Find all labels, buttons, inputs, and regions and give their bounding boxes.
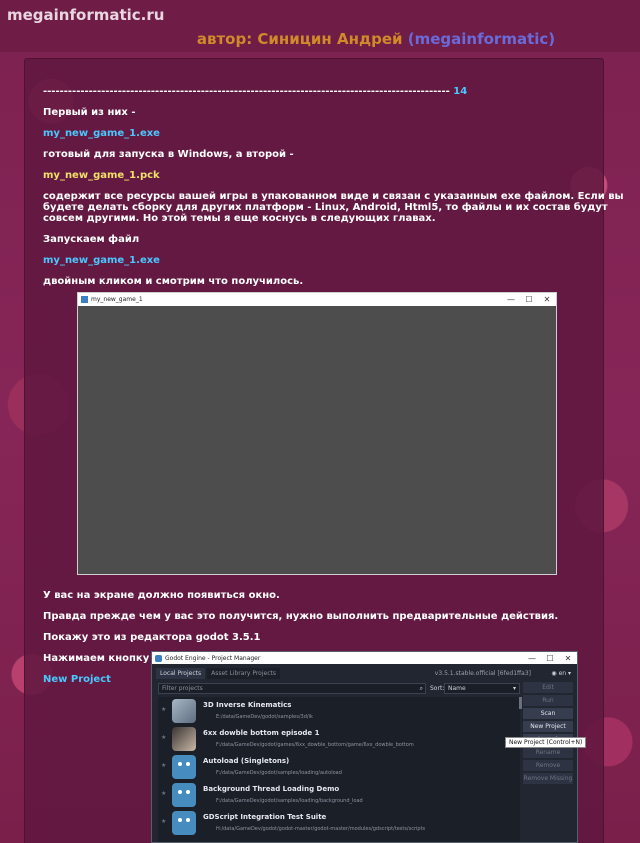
- window-titlebar: Godot Engine - Project Manager — ☐ ✕: [152, 652, 577, 664]
- paragraph: Первый из них -: [43, 107, 136, 118]
- project-name: 6xx dowble bottom episode 1: [203, 729, 320, 737]
- star-icon[interactable]: ★: [161, 734, 166, 741]
- maximize-icon[interactable]: ☐: [520, 295, 538, 304]
- project-list[interactable]: ★ 3D Inverse Kinematics E:/data/GameDev/…: [158, 697, 522, 842]
- godot-icon: [172, 783, 196, 807]
- paragraph: У вас на экране должно появиться окно.: [43, 590, 280, 601]
- author-line: автор: Синицин Андрей (megainformatic): [0, 30, 640, 48]
- author-nick[interactable]: (megainformatic): [408, 30, 555, 48]
- project-path: F:/data/GameDev/godot/games/6xx_dowble_b…: [216, 742, 414, 748]
- window-title: my_new_game_1: [91, 296, 143, 303]
- maximize-icon[interactable]: ☐: [541, 654, 559, 663]
- site-logo[interactable]: megainformatic.ru: [7, 6, 164, 24]
- sort-select[interactable]: Name ▾: [444, 683, 520, 694]
- language-selector[interactable]: ◉ en ▾: [551, 670, 571, 677]
- godot-icon: [172, 755, 196, 779]
- star-icon[interactable]: ★: [161, 790, 166, 797]
- window-title: Godot Engine - Project Manager: [165, 654, 261, 662]
- paragraph: готовый для запуска в Windows, а второй …: [43, 149, 294, 160]
- minimize-icon[interactable]: —: [502, 295, 520, 304]
- new-project-link[interactable]: New Project: [43, 674, 111, 686]
- game-window-screenshot: my_new_game_1 — ☐ ✕: [77, 292, 557, 575]
- window-titlebar: my_new_game_1 — ☐ ✕: [78, 293, 556, 306]
- search-icon: ⌕: [419, 685, 423, 692]
- paragraph: двойным кликом и смотрим что получилось.: [43, 276, 304, 287]
- new-project-tooltip: New Project (Control+N): [505, 737, 587, 748]
- paragraph: Покажу это из редактора godot 3.5.1: [43, 632, 261, 643]
- list-item[interactable]: ★ 6xx dowble bottom episode 1 F:/data/Ga…: [158, 725, 520, 753]
- chevron-down-icon: ▾: [512, 685, 516, 692]
- close-icon[interactable]: ✕: [538, 295, 556, 304]
- page-separator: ----------------------------------------…: [43, 86, 468, 97]
- list-item[interactable]: ★ GDScript Integration Test Suite H:/dat…: [158, 809, 520, 837]
- godot-icon: [155, 654, 162, 662]
- project-thumbnail: [172, 699, 196, 723]
- project-path: E:/data/GameDev/godot/samples/3d/ik: [216, 714, 313, 720]
- filter-projects-input[interactable]: Filter projects ⌕: [158, 683, 426, 694]
- rename-button[interactable]: Rename: [523, 747, 573, 758]
- run-button[interactable]: Run: [523, 695, 573, 706]
- filename-exe: my_new_game_1.exe: [43, 128, 160, 139]
- star-icon[interactable]: ★: [161, 762, 166, 769]
- filename-pck: my_new_game_1.pck: [43, 170, 160, 181]
- godot-icon: [172, 811, 196, 835]
- project-path: F:/data/GameDev/godot/samples/loading/ba…: [216, 798, 363, 804]
- author-name: автор: Синицин Андрей: [196, 30, 408, 48]
- paragraph: совсем другими. Но этой темы я еще косну…: [43, 213, 436, 224]
- project-name: GDScript Integration Test Suite: [203, 813, 327, 821]
- filename-exe: my_new_game_1.exe: [43, 255, 160, 266]
- list-item[interactable]: ★ Background Thread Loading Demo F:/data…: [158, 781, 520, 809]
- star-icon[interactable]: ★: [161, 818, 166, 825]
- project-path: H:/data/GameDev/godot/godot-master/godot…: [216, 826, 426, 832]
- sort-label: Sort:: [430, 685, 445, 692]
- minimize-icon[interactable]: —: [523, 654, 541, 663]
- list-item[interactable]: ★ 3D Inverse Kinematics E:/data/GameDev/…: [158, 697, 520, 725]
- app-icon: [81, 296, 88, 303]
- project-name: Background Thread Loading Demo: [203, 785, 340, 793]
- tab-asset-library-projects[interactable]: Asset Library Projects: [207, 668, 280, 679]
- tab-local-projects[interactable]: Local Projects: [156, 668, 206, 679]
- project-thumbnail: [172, 727, 196, 751]
- page-number: 14: [453, 86, 468, 97]
- new-project-button[interactable]: New Project: [523, 721, 573, 732]
- edit-button[interactable]: Edit: [523, 682, 573, 693]
- paragraph: Запускаем файл: [43, 234, 140, 245]
- paragraph: Правда прежде чем у вас это получится, н…: [43, 611, 559, 622]
- project-actions: Edit Run Scan New Project Import Rename …: [523, 682, 573, 786]
- remove-button[interactable]: Remove: [523, 760, 573, 771]
- project-name: 3D Inverse Kinematics: [203, 701, 292, 709]
- list-item[interactable]: ★ Autoload (Singletons) F:/data/GameDev/…: [158, 753, 520, 781]
- project-path: F:/data/GameDev/godot/samples/loading/au…: [216, 770, 342, 776]
- version-label: v3.5.1.stable.official [6fed1ffa3]: [434, 670, 531, 677]
- paragraph: Нажимаем кнопку: [43, 653, 150, 664]
- remove-missing-button[interactable]: Remove Missing: [523, 773, 573, 784]
- globe-icon: ◉: [551, 670, 559, 677]
- project-name: Autoload (Singletons): [203, 757, 290, 765]
- close-icon[interactable]: ✕: [559, 654, 577, 663]
- scan-button[interactable]: Scan: [523, 708, 573, 719]
- chevron-down-icon: ▾: [566, 670, 571, 677]
- star-icon[interactable]: ★: [161, 706, 166, 713]
